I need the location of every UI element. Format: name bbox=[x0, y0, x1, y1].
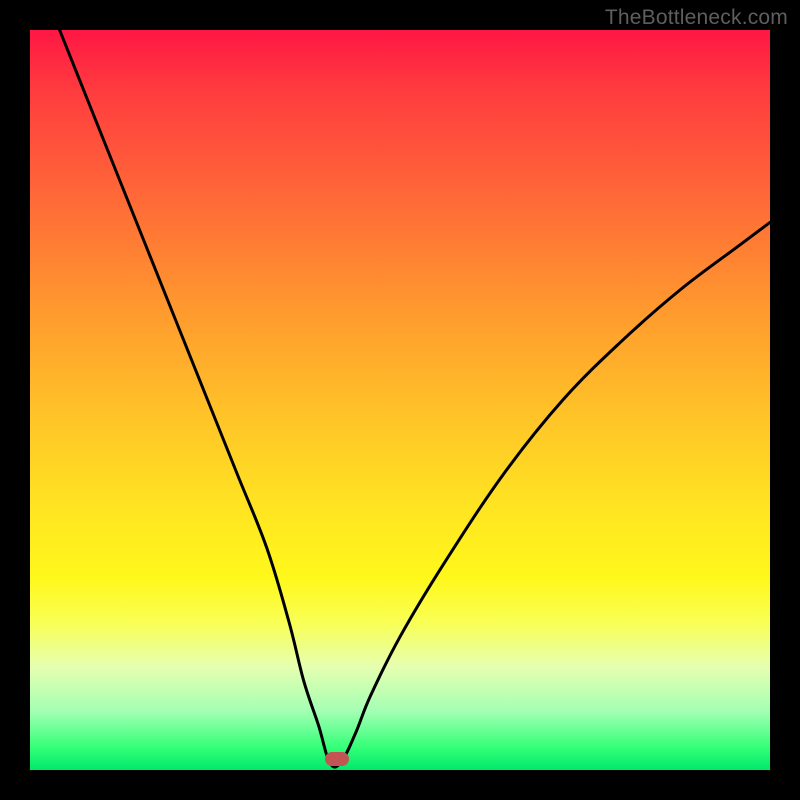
chart-frame: TheBottleneck.com bbox=[0, 0, 800, 800]
bottleneck-curve bbox=[30, 30, 770, 770]
plot-area bbox=[30, 30, 770, 770]
bottleneck-marker bbox=[325, 752, 349, 766]
watermark-text: TheBottleneck.com bbox=[605, 6, 788, 30]
